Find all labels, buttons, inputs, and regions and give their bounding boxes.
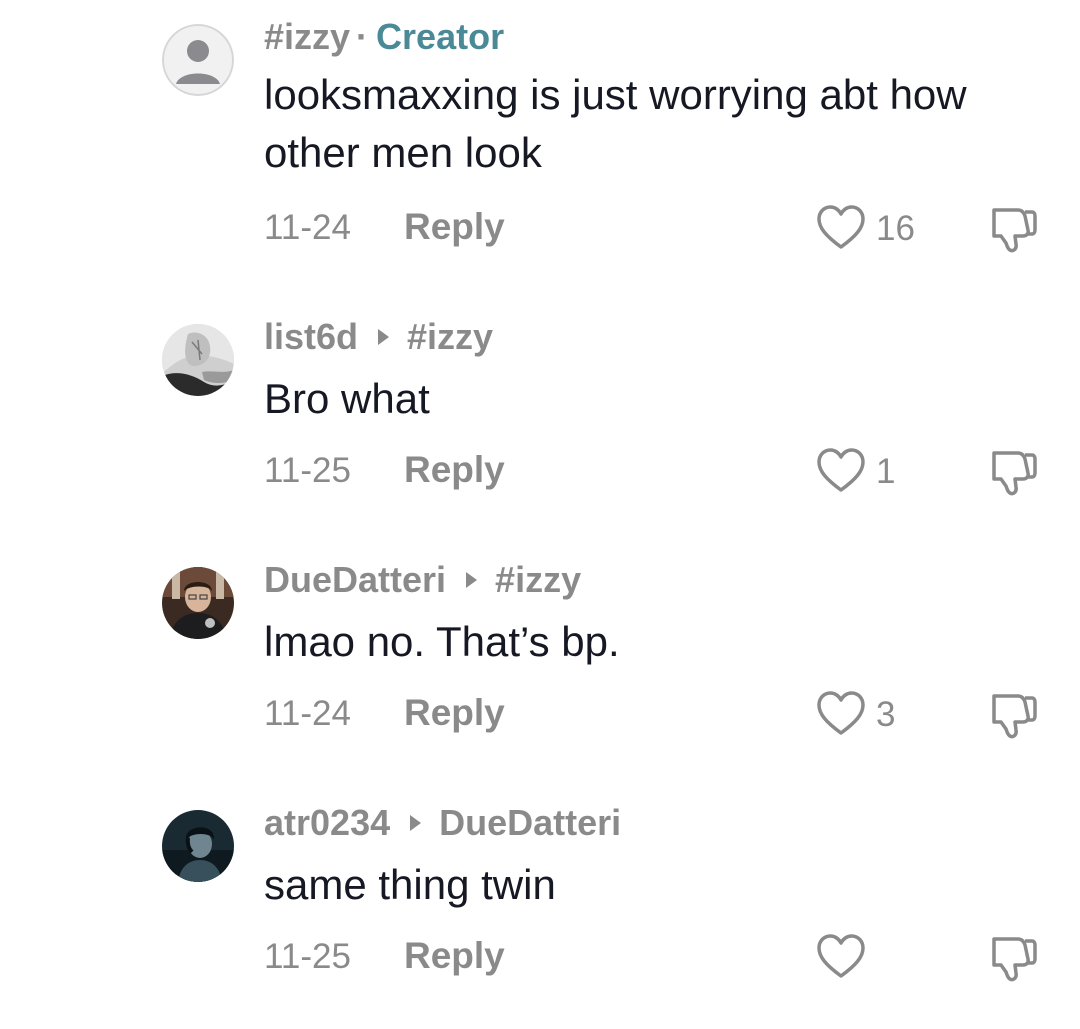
separator-dot: · bbox=[356, 16, 369, 57]
username[interactable]: atr0234 bbox=[264, 802, 390, 844]
comment-date: 11-24 bbox=[264, 208, 351, 247]
thumbs-down-icon bbox=[992, 451, 1037, 496]
heart-icon bbox=[817, 205, 865, 249]
avatar[interactable] bbox=[162, 24, 234, 96]
thumbs-down-icon bbox=[992, 937, 1037, 982]
comment-date: 11-25 bbox=[264, 451, 351, 490]
like-count: 16 bbox=[876, 209, 915, 248]
reply-to-username[interactable]: #izzy bbox=[495, 559, 581, 601]
username[interactable]: list6d bbox=[264, 316, 358, 358]
comment-header: atr0234 DueDatteri bbox=[264, 800, 621, 846]
comment-header: list6d #izzy bbox=[264, 314, 493, 360]
comment-header: #izzy · Creator bbox=[264, 14, 504, 60]
comment-date: 11-24 bbox=[264, 694, 351, 733]
heart-icon bbox=[817, 934, 865, 978]
default-avatar-icon bbox=[162, 24, 234, 96]
username[interactable]: DueDatteri bbox=[264, 559, 446, 601]
comment: DueDatteri #izzy lmao no. That’s bp. 11-… bbox=[0, 543, 1080, 786]
comment-date: 11-25 bbox=[264, 937, 351, 976]
like-count: 1 bbox=[876, 452, 896, 491]
like-button[interactable] bbox=[816, 933, 866, 981]
like-button[interactable] bbox=[816, 447, 866, 495]
heart-icon bbox=[817, 691, 865, 735]
username[interactable]: #izzy bbox=[264, 16, 350, 58]
reply-button[interactable]: Reply bbox=[404, 207, 505, 247]
comment-text: Bro what bbox=[264, 375, 430, 422]
creator-badge: Creator bbox=[376, 16, 505, 57]
comment: atr0234 DueDatteri same thing twin 11-25… bbox=[0, 786, 1080, 1029]
comment: #izzy · Creator looksmaxxing is just wor… bbox=[0, 0, 1080, 253]
thumbs-down-icon bbox=[992, 694, 1037, 739]
reply-button[interactable]: Reply bbox=[404, 936, 505, 976]
user-avatar-image bbox=[162, 324, 234, 396]
dislike-button[interactable] bbox=[988, 447, 1040, 499]
reply-arrow-icon bbox=[410, 815, 422, 831]
reply-button[interactable]: Reply bbox=[404, 450, 505, 490]
reply-button[interactable]: Reply bbox=[404, 693, 505, 733]
like-button[interactable] bbox=[816, 690, 866, 738]
user-avatar-image bbox=[162, 567, 234, 639]
avatar[interactable] bbox=[162, 324, 234, 396]
user-avatar-image bbox=[162, 810, 234, 882]
comment-text: lmao no. That’s bp. bbox=[264, 618, 620, 665]
reply-arrow-icon bbox=[378, 329, 390, 345]
like-button[interactable] bbox=[816, 204, 866, 252]
dislike-button[interactable] bbox=[988, 204, 1040, 256]
comment: list6d #izzy Bro what 11-25 Reply 1 bbox=[0, 300, 1080, 543]
avatar[interactable] bbox=[162, 567, 234, 639]
like-count: 3 bbox=[876, 695, 896, 734]
dislike-button[interactable] bbox=[988, 690, 1040, 742]
reply-to-username[interactable]: #izzy bbox=[407, 316, 493, 358]
avatar[interactable] bbox=[162, 810, 234, 882]
thumbs-down-icon bbox=[992, 208, 1037, 253]
comment-text: same thing twin bbox=[264, 861, 556, 908]
comment-text: looksmaxxing is just worrying abt how ot… bbox=[264, 71, 967, 176]
reply-arrow-icon bbox=[466, 572, 478, 588]
heart-icon bbox=[817, 448, 865, 492]
dislike-button[interactable] bbox=[988, 933, 1040, 985]
comment-header: DueDatteri #izzy bbox=[264, 557, 581, 603]
reply-to-username[interactable]: DueDatteri bbox=[439, 802, 621, 844]
